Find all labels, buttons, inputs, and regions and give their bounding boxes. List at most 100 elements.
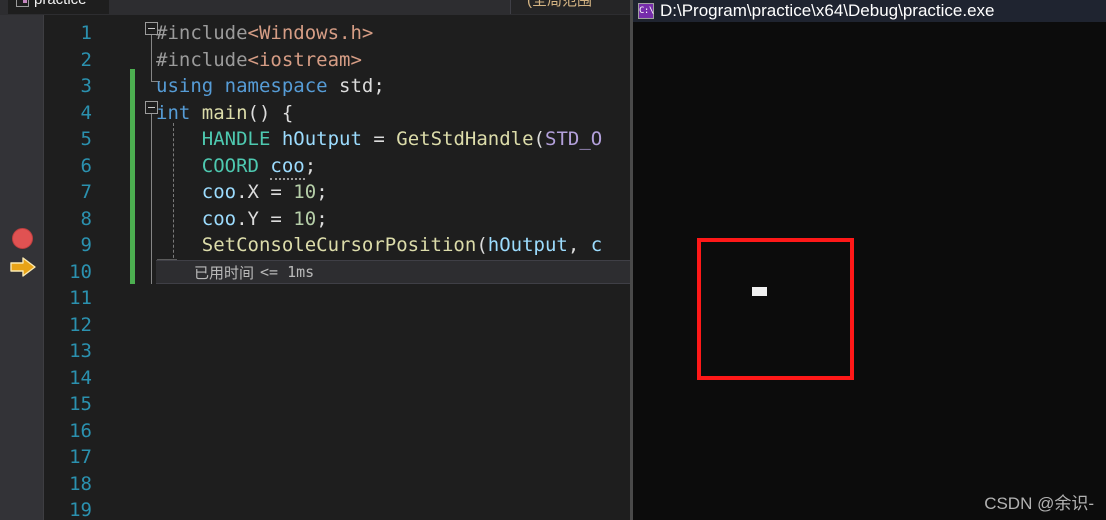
code-line[interactable]: 17 [44, 444, 632, 470]
line-number: 18 [69, 472, 92, 495]
console-output-area[interactable]: CSDN @余识- [633, 22, 1106, 520]
code-line[interactable]: 9 SetConsoleCursorPosition(hOutput, c [44, 232, 632, 258]
breakpoint-dot-icon[interactable] [12, 228, 33, 249]
code-text: using namespace std; [156, 73, 385, 99]
line-number: 8 [80, 207, 92, 230]
line-number: 9 [80, 234, 92, 256]
tab-practice[interactable]: practice [8, 0, 109, 14]
code-token: coo [270, 154, 305, 180]
code-token: c [590, 234, 603, 256]
red-highlight-box [697, 238, 854, 380]
code-token: ; [316, 207, 328, 230]
breakpoint-margin[interactable] [0, 15, 44, 520]
chevron-down-icon: ▼ [517, 6, 525, 14]
line-number: 7 [80, 181, 92, 203]
scope-dropdown[interactable]: ▼ (全局范围 [510, 0, 632, 14]
code-text: #include<iostream> [156, 47, 362, 73]
code-line[interactable]: 19 [44, 497, 632, 520]
code-token: 10 [293, 207, 317, 230]
code-token: , [567, 234, 591, 256]
code-line[interactable]: 6 COORD coo; [44, 153, 632, 180]
code-line[interactable]: 7 coo.X = 10; [44, 179, 632, 205]
code-token: int [156, 101, 191, 124]
code-token: <iostream> [247, 48, 362, 71]
cmd-console-icon: C:\ [638, 3, 654, 19]
code-token: #include [156, 22, 248, 44]
code-line[interactable]: 2 #include<iostream> [44, 47, 632, 73]
code-token: 10 [293, 181, 317, 203]
console-cursor-block [752, 287, 767, 296]
screenshot-root: practice ▼ (全局范围 [0, 0, 1106, 520]
line-number: 15 [69, 393, 92, 415]
code-line[interactable]: 13 [44, 338, 632, 364]
code-token: using [156, 75, 214, 97]
code-line[interactable]: 11 [44, 285, 632, 311]
line-number: 12 [69, 313, 92, 336]
console-title-bar[interactable]: C:\ D:\Program\practice\x64\Debug\practi… [633, 0, 1106, 22]
line-number: 10 [69, 260, 92, 283]
code-text: int main() { [156, 100, 293, 126]
elapsed-time-label: 已用时间 [194, 264, 255, 282]
code-line[interactable]: 1 #include<Windows.h> [44, 20, 632, 46]
code-token: hOutput [281, 128, 362, 150]
line-number: 1 [80, 22, 92, 44]
code-token: ( [533, 128, 545, 150]
code-token: coo [201, 181, 237, 203]
cmd-console-icon-text: C:\ [639, 6, 654, 16]
code-token: std; [327, 75, 385, 97]
line-number: 14 [69, 366, 92, 389]
code-line[interactable]: 16 [44, 418, 632, 444]
line-number: 17 [69, 446, 92, 468]
code-token: SetConsoleCursorPosition [201, 234, 477, 256]
code-editor-surface[interactable]: 1 #include<Windows.h> 2 #include<iostream> 3… [44, 15, 632, 520]
code-line[interactable]: 5 HANDLE hOutput = GetStdHandle(STD_O [44, 126, 632, 152]
code-line[interactable]: 8 coo.Y = 10; [44, 206, 632, 232]
code-line[interactable]: 12 [44, 312, 632, 338]
csdn-watermark: CSDN @余识- [984, 494, 1094, 513]
ide-editor-pane: practice ▼ (全局范围 [0, 0, 632, 520]
code-text: SetConsoleCursorPosition(hOutput, c [156, 232, 602, 258]
elapsed-time-datatip: 已用时间 <= 1ms [156, 260, 632, 284]
code-token: STD_O [545, 128, 603, 150]
yellow-arrow-svg [10, 257, 36, 277]
line-number: 2 [80, 48, 92, 71]
code-token: = [361, 128, 397, 150]
code-token: ; [316, 181, 328, 203]
code-token: .Y = [236, 207, 294, 230]
code-line[interactable]: 15 [44, 391, 632, 417]
line-number: 5 [80, 128, 92, 150]
code-line[interactable]: 14 [44, 365, 632, 391]
code-text: HANDLE hOutput = GetStdHandle(STD_O [156, 126, 602, 152]
code-line[interactable]: 18 [44, 471, 632, 497]
code-token: hOutput [487, 234, 568, 256]
code-text: #include<Windows.h> [156, 20, 373, 46]
line-number: 16 [69, 419, 92, 442]
console-window[interactable]: C:\ D:\Program\practice\x64\Debug\practi… [633, 0, 1106, 520]
code-token: () { [247, 101, 294, 124]
code-line[interactable]: 4 int main() { [44, 100, 632, 126]
code-token: ( [476, 234, 488, 256]
line-number: 3 [80, 75, 92, 97]
code-token: namespace [224, 75, 328, 97]
code-token: main [201, 101, 248, 124]
console-title-text: D:\Program\practice\x64\Debug\practice.e… [660, 1, 995, 20]
code-token: #include [156, 48, 248, 71]
code-token: ; [304, 154, 317, 177]
code-token: <Windows.h> [247, 22, 374, 44]
code-token: .X = [236, 181, 294, 203]
code-text: coo.Y = 10; [156, 206, 328, 232]
line-number: 13 [69, 340, 92, 362]
code-text: COORD coo; [156, 153, 317, 180]
elapsed-time-value: <= 1ms [260, 263, 315, 281]
line-number: 6 [80, 154, 92, 177]
code-line[interactable]: 3 using namespace std; [44, 73, 632, 99]
line-number: 4 [80, 101, 92, 124]
code-token: coo [201, 207, 237, 230]
